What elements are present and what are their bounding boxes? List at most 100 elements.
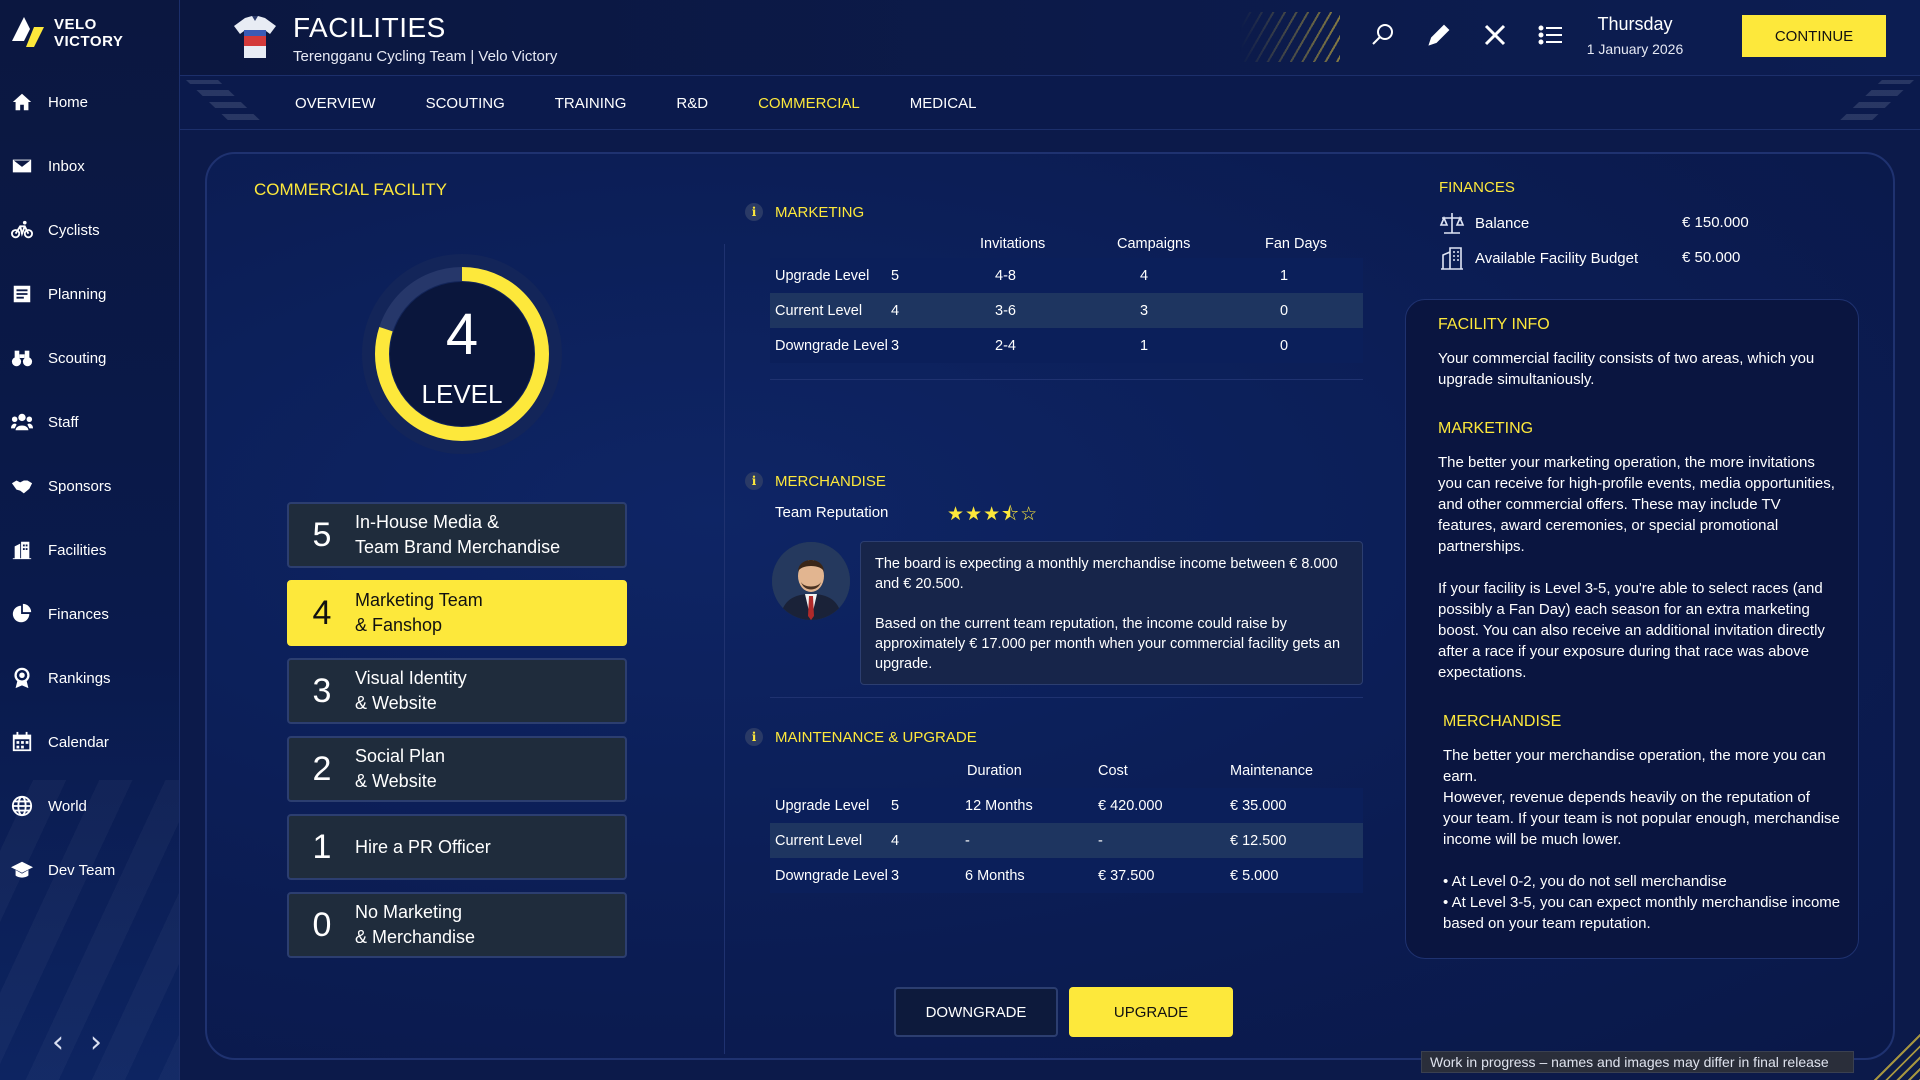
marketing-title: MARKETING	[775, 204, 865, 221]
sidebar-item-scouting[interactable]: Scouting	[0, 326, 179, 390]
row-duration: 12 Months	[965, 797, 1033, 814]
sidebar-item-home[interactable]: Home	[0, 70, 179, 134]
tab-commercial[interactable]: COMMERCIAL	[758, 95, 860, 112]
row-campaigns: 1	[1140, 337, 1149, 354]
marketing-info-icon[interactable]: i	[745, 203, 763, 221]
level-number: 2	[312, 749, 332, 788]
velo-victory-logo-icon	[12, 17, 44, 47]
current-date: Thursday 1 January 2026	[1570, 14, 1700, 57]
level-option-3[interactable]: 3 Visual Identity & Website	[287, 658, 627, 724]
downgrade-button[interactable]: DOWNGRADE	[894, 987, 1058, 1037]
level-number: 5	[312, 515, 332, 554]
work-in-progress-note: Work in progress – names and images may …	[1421, 1051, 1854, 1073]
sidebar-item-calendar[interactable]: Calendar	[0, 710, 179, 774]
sidebar-item-label: Sponsors	[48, 477, 112, 495]
marketing-header-campaigns: Campaigns	[1117, 236, 1191, 252]
facility-tabs: OVERVIEW SCOUTING TRAINING R&D COMMERCIA…	[180, 76, 1920, 130]
tab-medical[interactable]: MEDICAL	[910, 95, 977, 112]
tab-scouting[interactable]: SCOUTING	[426, 95, 505, 112]
continue-button[interactable]: CONTINUE	[1742, 15, 1886, 57]
sidebar-item-inbox[interactable]: Inbox	[0, 134, 179, 198]
tools-icon[interactable]	[1482, 22, 1508, 48]
finances-title: FINANCES	[1439, 179, 1515, 196]
merchandise-info-icon[interactable]: i	[745, 472, 763, 490]
sidebar-item-finances[interactable]: Finances	[0, 582, 179, 646]
board-member-avatar	[772, 542, 850, 620]
row-level: 3	[891, 337, 900, 354]
row-label: Downgrade Level	[775, 337, 888, 354]
sidebar-item-facilities[interactable]: Facilities	[0, 518, 179, 582]
budget-label: Available Facility Budget	[1475, 249, 1639, 267]
board-upgrade-text: Based on the current team reputation, th…	[875, 616, 1341, 672]
sidebar-item-label: Rankings	[48, 669, 111, 687]
level-number: 3	[312, 671, 332, 710]
budget-row: Available Facility Budget	[1439, 245, 1638, 271]
header-tools	[1370, 22, 1564, 48]
row-cost: € 420.000	[1098, 797, 1163, 814]
pencil-icon[interactable]	[1426, 22, 1452, 48]
maintenance-title: MAINTENANCE & UPGRADE	[775, 729, 977, 746]
sidebar-item-cyclists[interactable]: Cyclists	[0, 198, 179, 262]
sidebar-item-sponsors[interactable]: Sponsors	[0, 454, 179, 518]
tab-training[interactable]: TRAINING	[555, 95, 627, 112]
marketing-header-fan-days: Fan Days	[1265, 236, 1328, 252]
commercial-facility-panel: COMMERCIAL FACILITY 4 LEVEL 5 In-House M…	[205, 152, 1895, 1060]
info-marketing-title: MARKETING	[1438, 420, 1534, 437]
level-option-4[interactable]: 4 Marketing Team & Fanshop	[287, 580, 627, 646]
sidebar-item-label: Home	[48, 93, 89, 111]
row-campaigns: 3	[1140, 302, 1149, 319]
medal-icon	[10, 666, 34, 690]
home-icon	[10, 90, 34, 114]
level-description: In-House Media & Team Brand Merchandise	[355, 512, 561, 557]
globe-icon	[10, 794, 34, 818]
reputation-stars-icon: ★★★⯪☆	[947, 503, 1039, 525]
level-option-0[interactable]: 0 No Marketing & Merchandise	[287, 892, 627, 958]
sidebar-item-rankings[interactable]: Rankings	[0, 646, 179, 710]
search-icon[interactable]	[1370, 22, 1396, 48]
level-description: Social Plan & Website	[355, 746, 446, 791]
info-merchandise-text: The better your merchandise operation, t…	[1443, 747, 1841, 932]
brand-line-1: VELO	[54, 16, 97, 33]
sidebar-item-label: Scouting	[48, 349, 107, 367]
history-arrows: ‹ ›	[52, 1025, 102, 1060]
level-option-5[interactable]: 5 In-House Media & Team Brand Merchandis…	[287, 502, 627, 568]
row-invitations: 4-8	[995, 267, 1016, 284]
sidebar-item-planning[interactable]: Planning	[0, 262, 179, 326]
forward-arrow-icon[interactable]: ›	[90, 1025, 102, 1060]
marketing-row-upgrade: Upgrade Level 5 4-8 4 1	[770, 258, 1363, 293]
row-fan-days: 1	[1280, 267, 1289, 284]
back-arrow-icon[interactable]: ‹	[52, 1025, 64, 1060]
sidebar-item-label: Finances	[48, 605, 109, 623]
level-list: 5 In-House Media & Team Brand Merchandis…	[287, 502, 627, 970]
row-fan-days: 0	[1280, 302, 1289, 319]
list-icon[interactable]	[1538, 22, 1564, 48]
maintenance-info-icon[interactable]: i	[745, 728, 763, 746]
level-option-2[interactable]: 2 Social Plan & Website	[287, 736, 627, 802]
marketing-row-current: Current Level 4 3-6 3 0	[770, 293, 1363, 328]
maintenance-row-upgrade: Upgrade Level 5 12 Months € 420.000 € 35…	[770, 788, 1363, 823]
row-level: 4	[891, 832, 900, 849]
level-description: Visual Identity & Website	[355, 668, 467, 713]
info-marketing-text: The better your marketing operation, the…	[1438, 454, 1835, 681]
staff-icon	[10, 410, 34, 434]
sidebar-nav: Home Inbox Cyclists Planning Scouting St…	[0, 70, 179, 902]
sidebar-item-label: Facilities	[48, 541, 107, 559]
brand-name: VELO VICTORY	[54, 16, 123, 50]
brand-logo[interactable]: VELO VICTORY	[8, 10, 138, 56]
upgrade-button[interactable]: UPGRADE	[1069, 987, 1233, 1037]
sidebar-item-label: Cyclists	[48, 221, 100, 239]
tab-overview[interactable]: OVERVIEW	[295, 95, 376, 112]
tab-rnd[interactable]: R&D	[676, 95, 708, 112]
level-option-1[interactable]: 1 Hire a PR Officer	[287, 814, 627, 880]
level-description: No Marketing & Merchandise	[355, 902, 476, 947]
top-header: FACILITIES Terengganu Cycling Team | Vel…	[180, 0, 1920, 76]
sidebar-item-staff[interactable]: Staff	[0, 390, 179, 454]
tabs-decoration-right	[1834, 80, 1914, 126]
row-invitations: 3-6	[995, 302, 1016, 319]
sidebar-item-label: Staff	[48, 413, 79, 431]
sidebar-item-world[interactable]: World	[0, 774, 179, 838]
sidebar-item-dev-team[interactable]: Dev Team	[0, 838, 179, 902]
brand-line-2: VICTORY	[54, 33, 124, 50]
section-divider	[770, 697, 1363, 698]
board-expectation-text: The board is expecting a monthly merchan…	[875, 556, 1338, 592]
